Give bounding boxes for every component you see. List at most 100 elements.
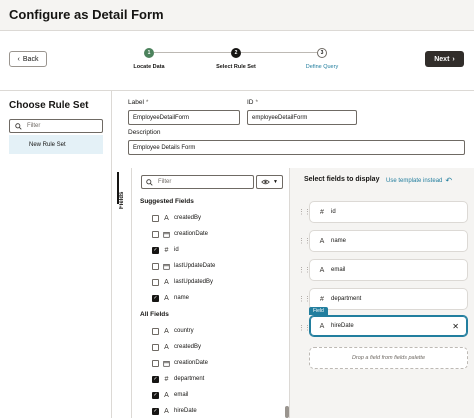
palette-field-label: lastUpdateDate bbox=[174, 263, 216, 269]
use-template-label: Use template instead bbox=[386, 177, 443, 184]
use-template-link[interactable]: Use template instead ↶ bbox=[386, 176, 452, 185]
rule-set-item-label: New Rule Set bbox=[29, 141, 66, 148]
description-field-caption: Description bbox=[128, 129, 161, 136]
rule-set-panel-title: Choose Rule Set bbox=[9, 100, 89, 111]
palette-field-row[interactable]: A lastUpdatedBy bbox=[152, 275, 213, 289]
selected-field-label: name bbox=[331, 238, 347, 244]
palette-field-label: creationDate bbox=[174, 231, 209, 237]
selected-field-label: id bbox=[331, 209, 336, 215]
undo-arrow-icon: ↶ bbox=[445, 176, 453, 185]
train-step-1-dot[interactable]: 1 bbox=[144, 48, 154, 58]
field-checkbox[interactable] bbox=[152, 359, 159, 367]
selected-field-label: department bbox=[331, 296, 362, 302]
field-checkbox[interactable] bbox=[152, 327, 159, 335]
train-connector bbox=[154, 52, 231, 53]
palette-field-row[interactable]: ✓ # department bbox=[152, 372, 204, 386]
palette-field-row[interactable]: lastUpdateDate bbox=[152, 259, 215, 273]
train-step-2-dot[interactable]: 2 bbox=[231, 48, 241, 58]
description-input[interactable]: Employee Details Form bbox=[128, 140, 465, 155]
field-checkbox[interactable] bbox=[152, 230, 159, 238]
train-step-2-label[interactable]: Select Rule Set bbox=[201, 64, 271, 70]
palette-field-label: name bbox=[174, 295, 190, 301]
rule-set-filter-placeholder: Filter bbox=[27, 123, 41, 129]
rule-set-filter-input[interactable]: Filter bbox=[9, 119, 103, 133]
back-button[interactable]: ‹ Back bbox=[9, 51, 47, 67]
field-checkbox[interactable] bbox=[152, 278, 159, 286]
text-type-icon: A bbox=[164, 278, 169, 286]
selected-field-card-active[interactable]: A hireDate ✕ bbox=[309, 315, 468, 337]
chevron-down-icon: ▼ bbox=[273, 179, 278, 185]
field-checkbox[interactable] bbox=[152, 262, 159, 270]
field-checkbox-checked[interactable]: ✓ bbox=[152, 391, 159, 399]
search-icon bbox=[15, 122, 22, 130]
field-checkbox-checked[interactable]: ✓ bbox=[152, 375, 159, 383]
selected-field-label: email bbox=[331, 267, 346, 273]
suggested-fields-heading: Suggested Fields bbox=[140, 198, 194, 205]
train-step-1-label[interactable]: Locate Data bbox=[114, 64, 184, 70]
palette-field-label: createdBy bbox=[174, 215, 202, 221]
selected-field-card[interactable]: # department bbox=[309, 288, 468, 310]
text-type-icon: A bbox=[319, 266, 325, 274]
train-step-3-dot[interactable]: 3 bbox=[317, 48, 327, 58]
fields-filter-input[interactable]: Filter bbox=[141, 175, 254, 189]
text-type-icon: A bbox=[164, 294, 169, 302]
number-type-icon: # bbox=[164, 246, 169, 254]
palette-field-row[interactable]: A createdBy bbox=[152, 340, 201, 354]
train-connector bbox=[241, 52, 317, 53]
search-icon bbox=[146, 178, 153, 186]
id-input[interactable]: employeeDetailForm bbox=[247, 110, 357, 125]
palette-field-row[interactable]: A createdBy bbox=[152, 211, 201, 225]
close-icon[interactable]: ✕ bbox=[452, 322, 459, 331]
number-type-icon: # bbox=[320, 295, 324, 303]
number-type-icon: # bbox=[320, 208, 324, 216]
selected-fields-heading: Select fields to display bbox=[304, 176, 380, 183]
next-button[interactable]: Next › bbox=[425, 51, 464, 67]
palette-field-label: country bbox=[174, 328, 194, 334]
palette-scrollbar[interactable] bbox=[285, 406, 289, 418]
train-step-3-label[interactable]: Define Query bbox=[287, 64, 357, 70]
text-type-icon: A bbox=[164, 391, 169, 399]
text-type-icon: A bbox=[164, 343, 169, 351]
field-checkbox-checked[interactable]: ✓ bbox=[152, 246, 159, 254]
selected-field-label: hireDate bbox=[331, 323, 354, 329]
field-checkbox[interactable] bbox=[152, 214, 159, 222]
number-type-icon: # bbox=[164, 375, 169, 383]
palette-field-row[interactable]: ✓ # id bbox=[152, 243, 179, 257]
palette-field-row[interactable]: creationDate bbox=[152, 227, 208, 241]
palette-field-label: hireDate bbox=[174, 408, 197, 414]
fields-filter-placeholder: Filter bbox=[158, 179, 172, 185]
field-checkbox-checked[interactable]: ✓ bbox=[152, 407, 159, 415]
palette-field-row[interactable]: A country bbox=[152, 324, 194, 338]
palette-field-label: creationDate bbox=[174, 360, 209, 366]
selected-field-card[interactable]: A email bbox=[309, 259, 468, 281]
view-options-button[interactable]: ▼ bbox=[256, 175, 283, 189]
palette-field-row[interactable]: ✓ A email bbox=[152, 388, 188, 402]
rule-set-panel: Choose Rule Set Filter New Rule Set bbox=[0, 91, 112, 418]
back-button-label: Back bbox=[22, 55, 39, 63]
palette-field-label: createdBy bbox=[174, 344, 202, 350]
selected-field-card[interactable]: A name bbox=[309, 230, 468, 252]
all-fields-heading: All Fields bbox=[140, 311, 169, 318]
wizard-bar: ‹ Back 1 Locate Data 2 Select Rule Set 3… bbox=[0, 31, 474, 91]
field-drop-zone[interactable]: Drop a field from fields palette bbox=[309, 347, 468, 369]
palette-field-row[interactable]: creationDate bbox=[152, 356, 208, 370]
chevron-right-icon: › bbox=[452, 55, 455, 63]
next-button-label: Next bbox=[434, 55, 450, 63]
field-checkbox[interactable] bbox=[152, 343, 159, 351]
palette-field-label: lastUpdatedBy bbox=[174, 279, 214, 285]
page-title: Configure as Detail Form bbox=[9, 7, 164, 22]
eye-icon bbox=[261, 179, 270, 185]
chevron-left-icon: ‹ bbox=[17, 55, 20, 63]
palette-field-row[interactable]: ✓ A name bbox=[152, 291, 189, 305]
text-type-icon: A bbox=[164, 214, 169, 222]
selected-field-card[interactable]: # id bbox=[309, 201, 468, 223]
label-input[interactable]: EmployeeDetailForm bbox=[128, 110, 240, 125]
rule-set-item[interactable]: New Rule Set bbox=[9, 135, 103, 154]
field-checkbox-checked[interactable]: ✓ bbox=[152, 294, 159, 302]
label-field-caption: Label * bbox=[128, 99, 149, 106]
fields-palette-tab[interactable]: Fields bbox=[117, 168, 132, 418]
palette-field-row[interactable]: ✓ A hireDate bbox=[152, 404, 197, 418]
field-type-badge: Field bbox=[309, 307, 328, 315]
palette-field-label: department bbox=[174, 376, 205, 382]
page-header: Configure as Detail Form bbox=[0, 0, 474, 31]
